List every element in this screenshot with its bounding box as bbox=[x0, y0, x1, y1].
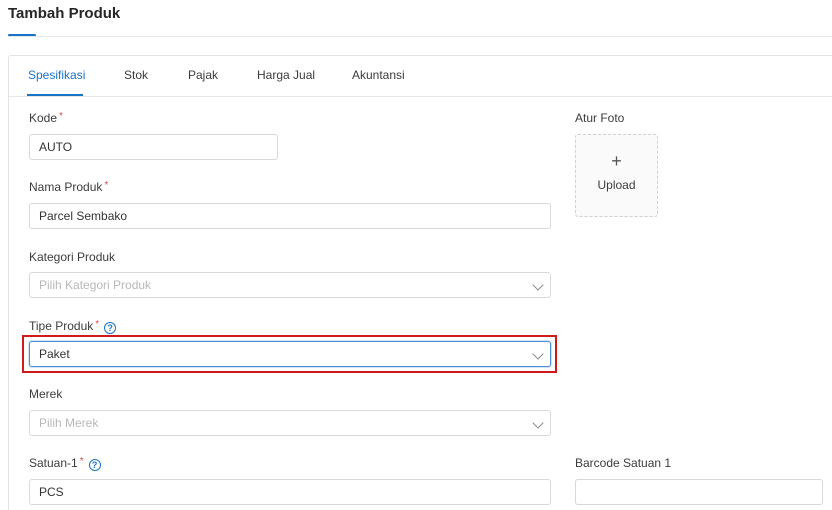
chevron-down-icon bbox=[532, 348, 544, 360]
tab-spesifikasi[interactable]: Spesifikasi bbox=[28, 68, 85, 82]
kode-label-text: Kode bbox=[29, 111, 58, 125]
required-mark: * bbox=[104, 180, 109, 191]
page-title: Tambah Produk bbox=[8, 5, 121, 22]
tab-pajak[interactable]: Pajak bbox=[188, 68, 218, 82]
nama-produk-label-text: Nama Produk bbox=[29, 180, 103, 194]
atur-foto-label: Atur Foto bbox=[575, 111, 625, 125]
satuan-1-input[interactable]: PCS bbox=[29, 479, 551, 505]
tab-harga-jual[interactable]: Harga Jual bbox=[257, 68, 315, 82]
help-icon[interactable]: ? bbox=[104, 322, 117, 334]
satuan-1-label: Satuan-1 *? bbox=[29, 456, 101, 471]
required-mark: * bbox=[59, 111, 63, 122]
tipe-produk-label-text: Tipe Produk bbox=[29, 319, 94, 333]
merek-select[interactable]: Pilih Merek bbox=[29, 410, 551, 436]
barcode-satuan-1-input[interactable] bbox=[575, 479, 823, 505]
satuan-1-label-text: Satuan-1 bbox=[29, 456, 78, 470]
tipe-produk-value: Paket bbox=[39, 347, 70, 361]
kategori-produk-label: Kategori Produk bbox=[29, 250, 116, 264]
chevron-down-icon bbox=[532, 417, 544, 429]
nama-produk-label: Nama Produk * bbox=[29, 180, 108, 194]
tipe-produk-select[interactable]: Paket bbox=[29, 341, 551, 367]
help-icon[interactable]: ? bbox=[88, 459, 101, 471]
tipe-produk-label: Tipe Produk *? bbox=[29, 319, 117, 334]
photo-upload-button[interactable]: + Upload bbox=[575, 134, 658, 217]
required-mark: * bbox=[79, 456, 84, 467]
merek-label: Merek bbox=[29, 387, 63, 401]
tab-akuntansi[interactable]: Akuntansi bbox=[352, 68, 405, 82]
plus-icon: + bbox=[611, 151, 622, 171]
nama-produk-input[interactable]: Parcel Sembako bbox=[29, 203, 551, 229]
kode-label: Kode * bbox=[29, 111, 63, 125]
merek-placeholder: Pilih Merek bbox=[39, 416, 99, 430]
chevron-down-icon bbox=[532, 279, 544, 291]
upload-label: Upload bbox=[597, 178, 636, 192]
tab-stok[interactable]: Stok bbox=[124, 68, 148, 82]
tab-bar: Spesifikasi Stok Pajak Harga Jual Akunta… bbox=[9, 56, 832, 97]
active-tab-indicator bbox=[27, 94, 83, 96]
title-divider bbox=[8, 36, 832, 37]
kode-input[interactable]: AUTO bbox=[29, 134, 278, 160]
kategori-produk-placeholder: Pilih Kategori Produk bbox=[39, 278, 152, 292]
required-mark: * bbox=[95, 319, 100, 330]
kategori-produk-select[interactable]: Pilih Kategori Produk bbox=[29, 272, 551, 298]
barcode-satuan-1-label: Barcode Satuan 1 bbox=[575, 456, 672, 470]
